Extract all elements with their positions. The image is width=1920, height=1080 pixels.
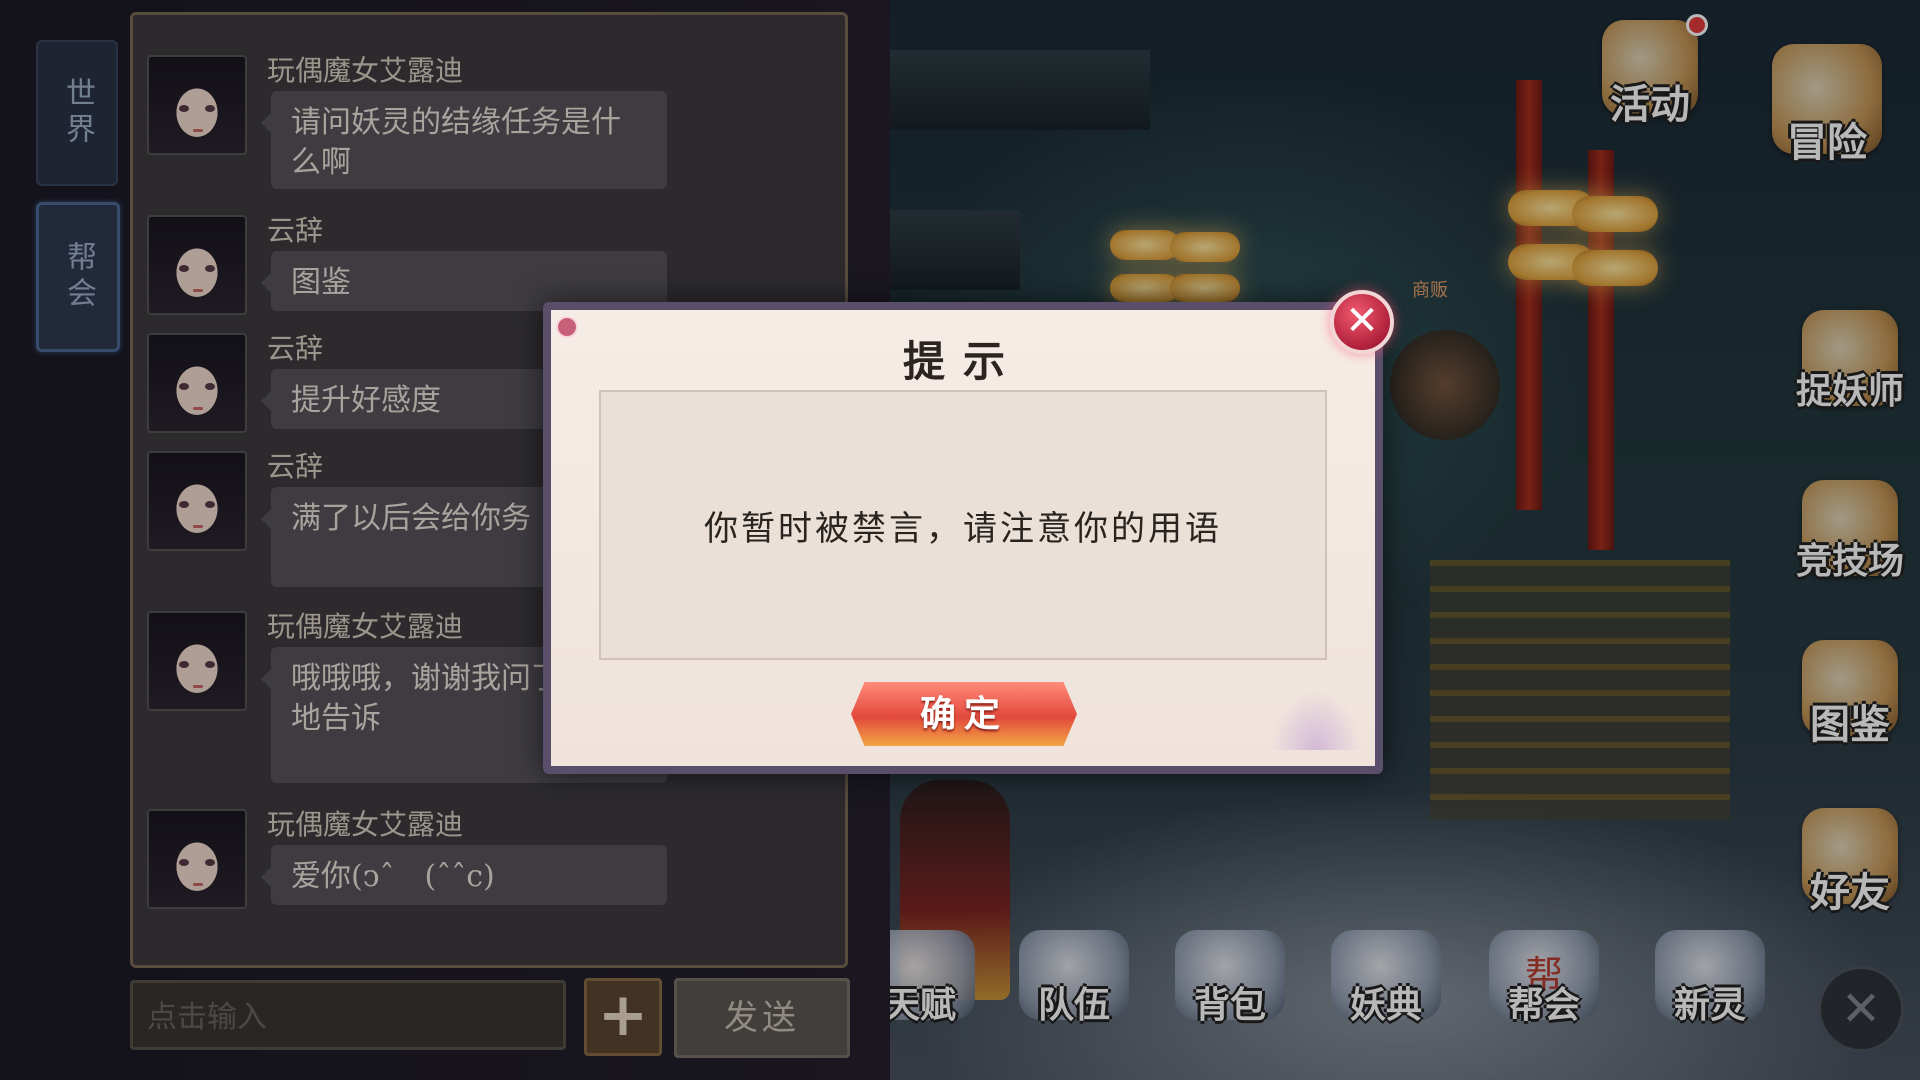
notice-dialog: 提示 你暂时被禁言，请注意你的用语 确定: [543, 302, 1383, 774]
close-icon[interactable]: ✕: [1330, 290, 1394, 354]
dialog-message-box: 你暂时被禁言，请注意你的用语: [599, 390, 1327, 660]
dialog-message: 你暂时被禁言，请注意你的用语: [704, 508, 1222, 549]
cloud-decoration: [1271, 690, 1361, 750]
confirm-button[interactable]: 确定: [851, 682, 1077, 746]
dialog-title: 提示: [902, 337, 1023, 386]
pin-icon: [556, 316, 578, 338]
